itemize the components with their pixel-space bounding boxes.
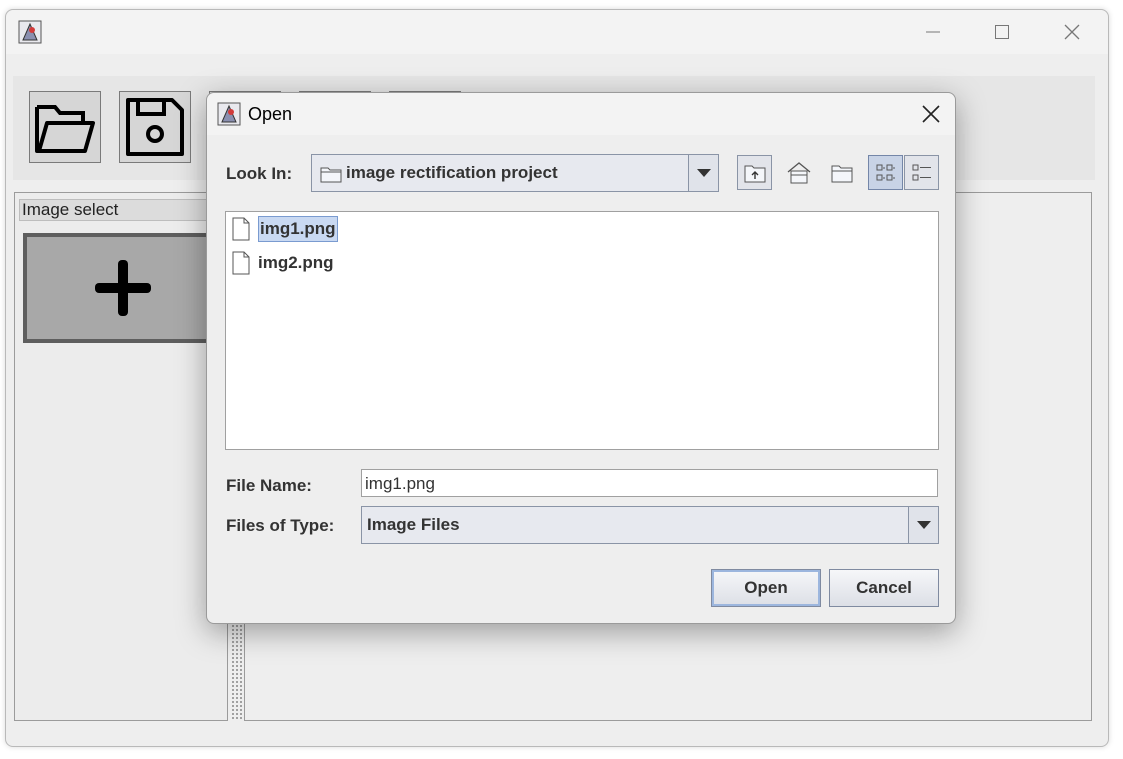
image-select-panel: Image select [14, 192, 228, 721]
java-app-icon [18, 20, 42, 44]
file-icon [232, 217, 250, 241]
files-of-type-value: Image Files [367, 515, 460, 534]
file-name-field[interactable]: img1.png [361, 469, 938, 497]
main-titlebar [6, 10, 1108, 54]
folder-icon [320, 167, 342, 183]
chevron-down-icon [696, 169, 711, 177]
files-of-type-dropdown-button[interactable] [908, 507, 938, 543]
panel-title: Image select [19, 199, 219, 221]
maximize-icon [995, 25, 1009, 39]
file-icon [232, 251, 250, 275]
new-folder-icon [831, 165, 852, 182]
dialog-titlebar: Open [207, 93, 955, 135]
file-item[interactable]: img2.png [228, 248, 336, 278]
up-folder-icon [744, 165, 765, 182]
close-icon [1064, 24, 1080, 40]
close-window-button[interactable] [1054, 18, 1090, 46]
home-icon [787, 161, 810, 183]
plus-icon [95, 260, 151, 316]
open-file-button[interactable]: Open [711, 569, 821, 607]
look-in-label: Look In: [226, 164, 293, 183]
details-view-button[interactable] [904, 155, 939, 190]
save-disk-icon [126, 98, 184, 156]
list-view-icon [876, 164, 895, 180]
open-folder-icon [35, 105, 95, 153]
minimize-button[interactable] [915, 18, 951, 46]
file-name: img2.png [258, 253, 334, 272]
up-one-level-button[interactable] [737, 155, 772, 190]
maximize-button[interactable] [984, 18, 1020, 46]
new-folder-button[interactable] [824, 155, 859, 190]
cancel-button[interactable]: Cancel [829, 569, 939, 607]
open-dialog: Open Look In: image rectification projec… [206, 92, 956, 624]
home-button[interactable] [781, 155, 816, 190]
file-item[interactable]: img1.png [228, 214, 340, 244]
list-view-button[interactable] [868, 155, 903, 190]
minimize-icon [926, 31, 940, 33]
dialog-title: Open [248, 104, 293, 124]
look-in-dropdown-button[interactable] [688, 155, 718, 191]
file-name: img1.png [258, 216, 338, 242]
dialog-close-button[interactable] [915, 99, 947, 129]
file-list[interactable]: img1.png img2.png [225, 211, 939, 450]
look-in-value: image rectification project [346, 163, 558, 182]
look-in-combo[interactable]: image rectification project [311, 154, 719, 192]
files-of-type-label: Files of Type: [226, 516, 335, 535]
details-view-icon [912, 164, 931, 180]
open-button[interactable] [29, 91, 101, 163]
chevron-down-icon [916, 521, 931, 529]
close-icon [922, 105, 940, 123]
save-button[interactable] [119, 91, 191, 163]
java-app-icon [217, 102, 241, 126]
add-image-button[interactable] [23, 233, 223, 343]
files-of-type-combo[interactable]: Image Files [361, 506, 939, 544]
file-name-label: File Name: [226, 476, 312, 495]
